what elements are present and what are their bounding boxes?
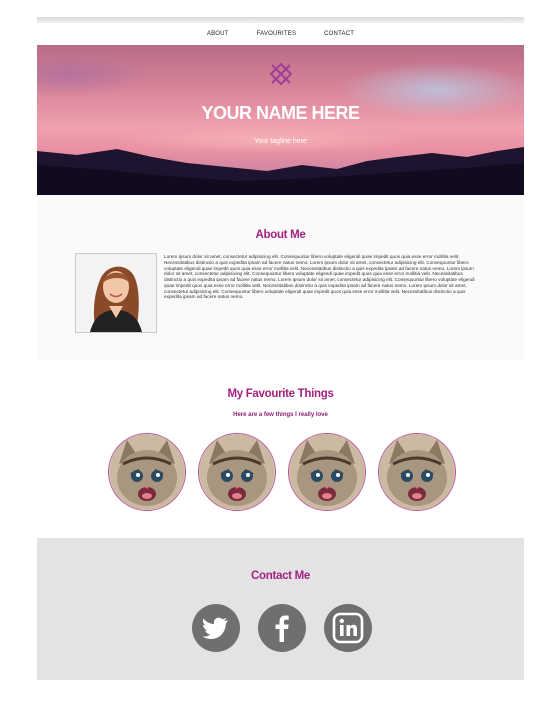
hero-banner: YOUR NAME HERE Your tagline here bbox=[37, 45, 524, 195]
twitter-icon[interactable] bbox=[192, 604, 240, 652]
linkedin-icon[interactable] bbox=[324, 604, 372, 652]
about-section: About Me Lorem ipsum dolor sit amet, con… bbox=[37, 195, 524, 360]
kitten-photo bbox=[378, 433, 456, 511]
kitten-photo bbox=[108, 433, 186, 511]
favourites-section: My Favourite Things Here are a few thing… bbox=[37, 360, 524, 538]
contact-section: Contact Me bbox=[37, 538, 524, 680]
kitten-photo bbox=[198, 433, 276, 511]
favourites-heading: My Favourite Things bbox=[227, 388, 334, 400]
about-heading: About Me bbox=[255, 229, 306, 241]
diamond-x-icon bbox=[269, 62, 293, 86]
favourites-subheading: Here are a few things I really love bbox=[233, 412, 328, 418]
profile-photo bbox=[75, 253, 157, 333]
hero-title: YOUR NAME HERE bbox=[201, 103, 360, 123]
contact-heading: Contact Me bbox=[251, 570, 310, 582]
nav-about-link[interactable]: ABOUT bbox=[207, 31, 229, 37]
nav-favourites-link[interactable]: FAVOURITES bbox=[257, 31, 297, 37]
hero-tagline: Your tagline here bbox=[254, 138, 307, 145]
facebook-icon[interactable] bbox=[258, 604, 306, 652]
nav-contact-link[interactable]: CONTACT bbox=[324, 31, 354, 37]
top-nav: ABOUT FAVOURITES CONTACT bbox=[37, 23, 524, 45]
portrait-image bbox=[76, 254, 156, 332]
about-text: Lorem ipsum dolor sit amet, consectetur … bbox=[164, 254, 475, 300]
kitten-photo bbox=[288, 433, 366, 511]
website-mockup: ABOUT FAVOURITES CONTACT YOUR NAME HERE … bbox=[37, 17, 524, 680]
